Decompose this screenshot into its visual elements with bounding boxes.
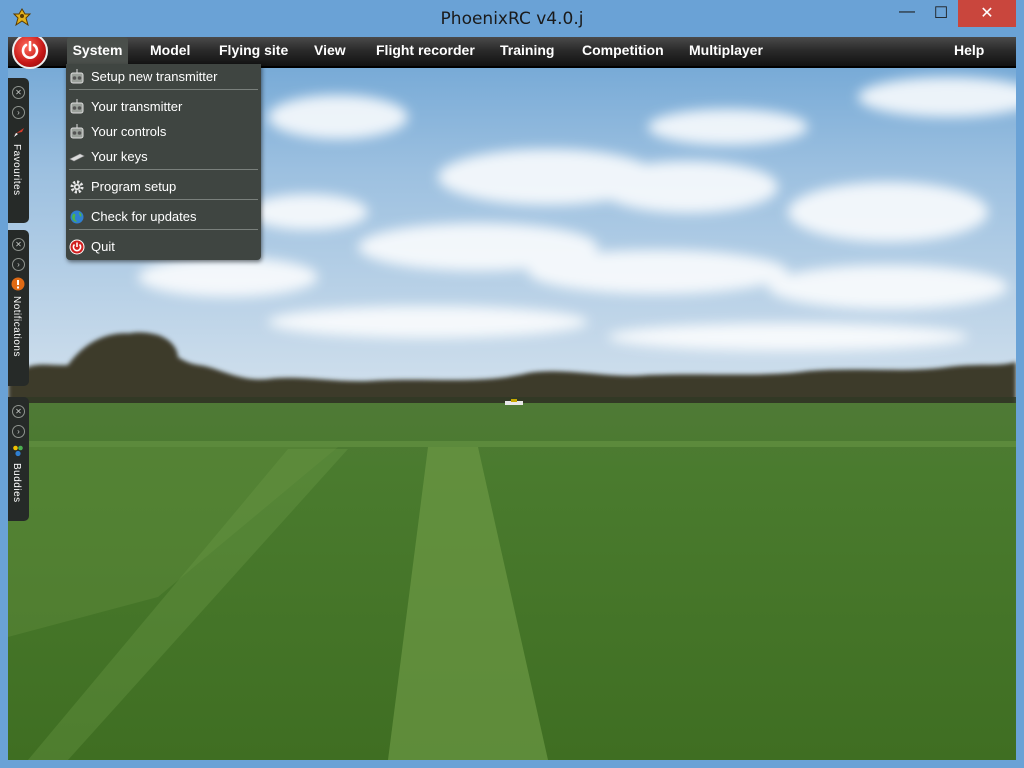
close-icon[interactable]: ✕	[12, 238, 25, 251]
transmitter-icon	[69, 99, 85, 115]
menu-item-label: Program setup	[91, 179, 177, 194]
minimize-button[interactable]: —	[890, 0, 924, 28]
menu-item-label: Your transmitter	[91, 99, 183, 114]
expand-arrow-icon[interactable]: ›	[12, 425, 25, 438]
menu-system[interactable]: System	[67, 37, 128, 66]
maximize-button[interactable]: ☐	[924, 0, 958, 28]
alert-icon	[11, 277, 25, 291]
expand-arrow-icon[interactable]: ›	[12, 106, 25, 119]
menu-help[interactable]: Help	[954, 37, 984, 66]
expand-arrow-icon[interactable]: ›	[12, 258, 25, 271]
menu-item-your-transmitter[interactable]: Your transmitter	[66, 95, 261, 119]
menu-flying-site[interactable]: Flying site	[219, 37, 288, 66]
menu-item-your-keys[interactable]: Your keys	[66, 145, 261, 169]
favourites-label: Favourites	[11, 144, 22, 196]
close-icon[interactable]: ✕	[12, 86, 25, 99]
menu-item-label: Quit	[91, 239, 115, 254]
menu-flight-recorder[interactable]: Flight recorder	[376, 37, 475, 66]
simulator-viewport[interactable]: System Model Flying site View Flight rec…	[8, 37, 1016, 760]
airplane-icon	[11, 125, 25, 139]
menu-model[interactable]: Model	[150, 37, 190, 66]
power-icon	[69, 239, 85, 255]
gear-icon	[69, 179, 85, 195]
menu-item-label: Your controls	[91, 124, 167, 139]
transmitter-icon	[69, 69, 85, 85]
menu-item-program-setup[interactable]: Program setup	[66, 175, 261, 199]
menu-competition[interactable]: Competition	[582, 37, 664, 66]
menu-item-setup-new-transmitter[interactable]: Setup new transmitter	[66, 65, 261, 89]
keyboard-icon	[69, 149, 85, 165]
menu-item-your-controls[interactable]: Your controls	[66, 120, 261, 144]
close-icon: ✕	[980, 5, 994, 22]
favourites-panel-tab[interactable]: ✕ › Favourites	[8, 78, 29, 223]
menu-multiplayer[interactable]: Multiplayer	[689, 37, 763, 66]
maximize-icon: ☐	[933, 5, 949, 22]
phoenixrc-window: PhoenixRC v4.0.j — ☐ ✕ System Model Flyi…	[0, 0, 1024, 768]
close-icon[interactable]: ✕	[12, 405, 25, 418]
window-title: PhoenixRC v4.0.j	[440, 9, 584, 29]
transmitter-icon	[69, 124, 85, 140]
power-icon[interactable]	[12, 37, 48, 69]
buddies-label: Buddies	[11, 463, 22, 503]
title-bar[interactable]: PhoenixRC v4.0.j — ☐ ✕	[0, 0, 1024, 37]
buddies-panel-tab[interactable]: ✕ › Buddies	[8, 397, 29, 521]
globe-icon	[69, 209, 85, 225]
menu-item-label: Check for updates	[91, 209, 197, 224]
menu-view[interactable]: View	[314, 37, 346, 66]
close-button[interactable]: ✕	[958, 0, 1016, 27]
buddies-icon	[11, 444, 25, 458]
menu-item-check-for-updates[interactable]: Check for updates	[66, 205, 261, 229]
menu-item-label: Setup new transmitter	[91, 69, 218, 84]
menu-training[interactable]: Training	[500, 37, 554, 66]
minimize-icon: —	[899, 3, 915, 20]
notifications-label: Notifications	[11, 296, 22, 357]
menu-item-quit[interactable]: Quit	[66, 235, 261, 259]
menu-item-label: Your keys	[91, 149, 148, 164]
menu-separator	[69, 199, 258, 200]
menu-separator	[69, 169, 258, 170]
menu-separator	[69, 89, 258, 90]
notifications-panel-tab[interactable]: ✕ › Notifications	[8, 230, 29, 386]
menu-separator	[69, 229, 258, 230]
system-dropdown-menu: Setup new transmitter Your transmitter Y…	[66, 64, 261, 260]
